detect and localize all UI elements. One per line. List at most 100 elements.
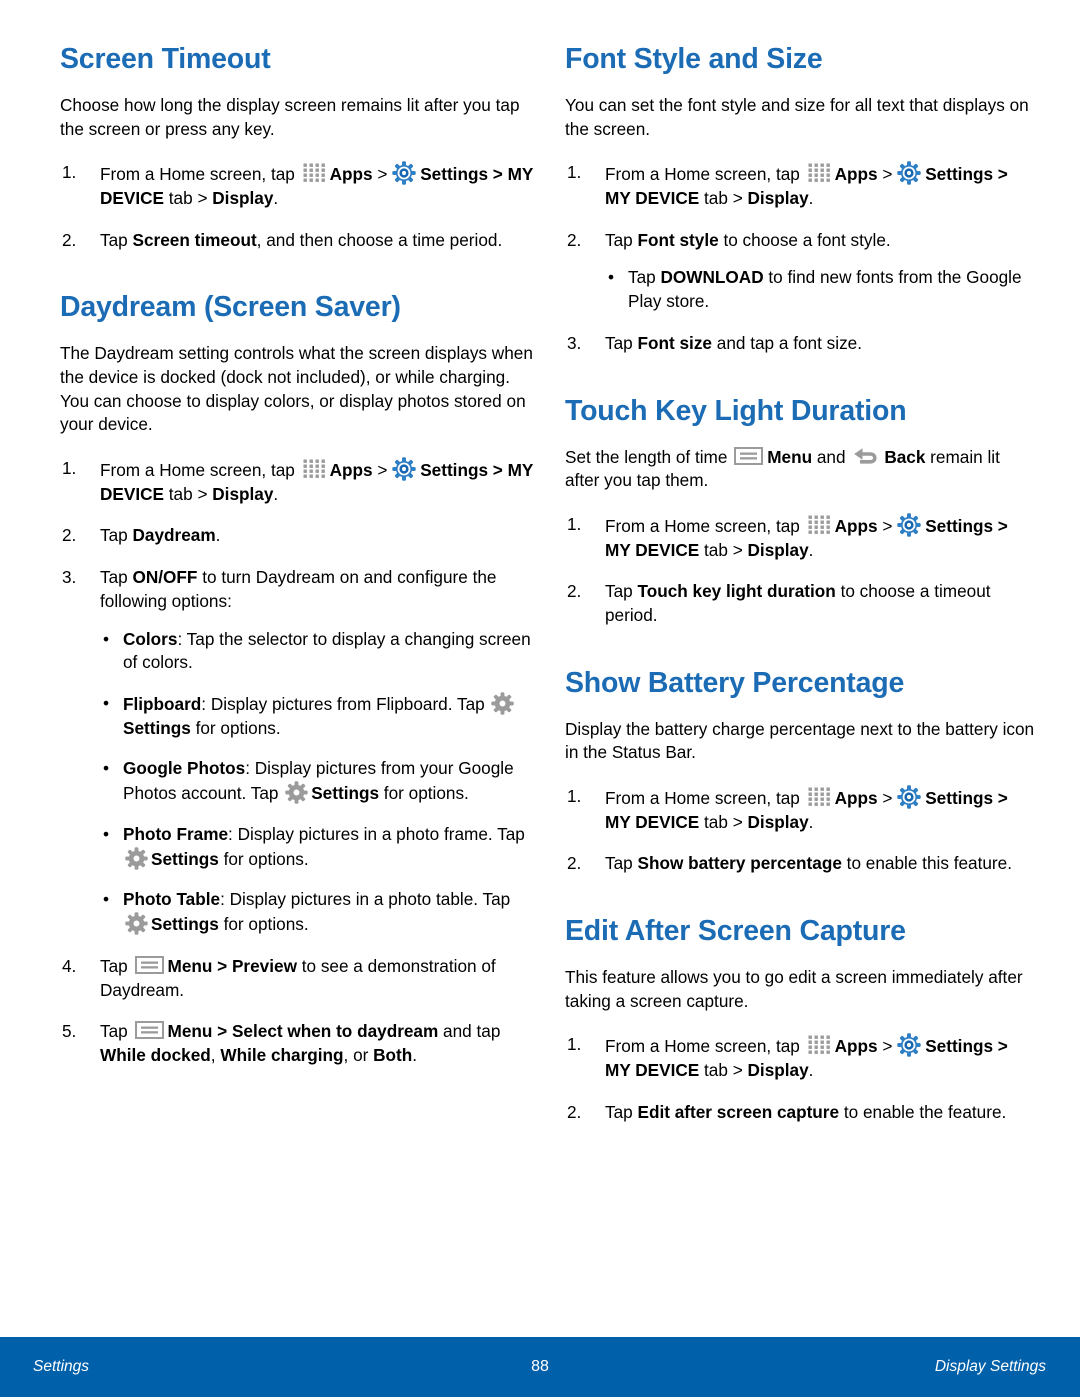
section-intro-text: This feature allows you to go edit a scr… bbox=[565, 967, 1023, 1011]
two-column-body: Screen Timeout Choose how long the displa… bbox=[0, 0, 1080, 1337]
emphasis-text: Display bbox=[747, 811, 809, 832]
emphasis-text: Flipboard bbox=[123, 694, 202, 714]
section-heading: Daydream (Screen Saver) bbox=[60, 291, 401, 324]
step-list: 1. From a Home screen, tap Apps > Setting… bbox=[565, 785, 1035, 876]
settings-gear-gray-icon bbox=[125, 912, 148, 935]
emphasis-text: Show battery percentage bbox=[637, 853, 842, 874]
step-list: 1. From a Home screen, tap Apps > Setting… bbox=[565, 513, 1035, 628]
step-item: 5. Tap Menu > Select when to daydream and… bbox=[60, 1020, 535, 1067]
step-text: Tap Menu > Preview to see a demonstratio… bbox=[100, 955, 496, 1000]
section-intro-text: Choose how long the display screen remai… bbox=[60, 94, 520, 139]
manual-section: Screen Timeout Choose how long the displa… bbox=[60, 43, 535, 252]
section-heading: Touch Key Light Duration bbox=[565, 394, 907, 427]
step-number: 3. bbox=[62, 567, 77, 588]
manual-section: Edit After Screen Capture This feature al… bbox=[565, 915, 1035, 1124]
step-item: 2. Tap Touch key light duration to choose… bbox=[565, 580, 1035, 627]
emphasis-text: Touch key light duration bbox=[637, 581, 836, 602]
menu-icon bbox=[134, 955, 164, 975]
step-text: Tap ON/OFF to turn Daydream on and confi… bbox=[100, 567, 497, 611]
emphasis-text: Display bbox=[212, 483, 274, 504]
emphasis-text: Apps bbox=[329, 459, 373, 480]
step-text: From a Home screen, tap Apps > Settings … bbox=[100, 161, 533, 208]
step-number: 2. bbox=[567, 1101, 582, 1122]
step-text: Tap Touch key light duration to choose a… bbox=[605, 581, 991, 625]
step-text: Tap Daydream. bbox=[100, 525, 221, 546]
emphasis-text: Apps bbox=[834, 1036, 878, 1057]
settings-gear-blue-icon bbox=[897, 513, 921, 537]
step-number: 1. bbox=[567, 1034, 582, 1055]
manual-section: Touch Key Light Duration Set the length o… bbox=[565, 394, 1035, 628]
page-footer: Settings 88 Display Settings bbox=[0, 1337, 1080, 1397]
settings-gear-gray-icon bbox=[491, 692, 515, 715]
section-heading: Screen Timeout bbox=[60, 43, 271, 75]
bullet-dot-icon: • bbox=[103, 889, 110, 910]
step-number: 3. bbox=[567, 332, 582, 353]
emphasis-text: Colors bbox=[123, 628, 178, 649]
emphasis-text: Display bbox=[747, 1060, 809, 1081]
bullet-item: • Colors: Tap the selector to display a c… bbox=[100, 628, 535, 675]
step-number: 1. bbox=[567, 785, 582, 806]
step-number: 1. bbox=[567, 162, 582, 183]
manual-section: Show Battery Percentage Display the batte… bbox=[565, 666, 1035, 876]
step-number: 1. bbox=[62, 162, 77, 183]
bullet-dot-icon: • bbox=[103, 823, 110, 844]
apps-grid-icon bbox=[807, 1034, 832, 1055]
step-text: Tap Font size and tap a font size. bbox=[605, 332, 862, 353]
step-item: 2. Tap Show battery percentage to enable … bbox=[565, 852, 1035, 876]
manual-page: Screen Timeout Choose how long the displa… bbox=[0, 0, 1080, 1397]
emphasis-text: Display bbox=[747, 187, 809, 208]
bullet-list: • Colors: Tap the selector to display a c… bbox=[100, 628, 535, 937]
emphasis-text: Both bbox=[373, 1045, 413, 1066]
emphasis-text: Font size bbox=[637, 332, 712, 353]
settings-gear-blue-icon bbox=[392, 161, 416, 185]
menu-icon bbox=[734, 446, 764, 466]
emphasis-text: Apps bbox=[329, 164, 373, 185]
emphasis-text: Menu > Preview bbox=[167, 955, 297, 976]
step-text: From a Home screen, tap Apps > Settings … bbox=[100, 457, 533, 504]
bullet-text: Tap DOWNLOAD to find new fonts from the … bbox=[628, 267, 1022, 312]
step-text: From a Home screen, tap Apps > Settings … bbox=[605, 161, 1008, 208]
settings-gear-blue-icon bbox=[392, 457, 416, 481]
step-number: 1. bbox=[62, 457, 77, 478]
step-text: From a Home screen, tap Apps > Settings … bbox=[605, 1033, 1008, 1081]
emphasis-text: Settings bbox=[311, 783, 380, 804]
step-number: 5. bbox=[62, 1021, 77, 1042]
back-arrow-icon bbox=[852, 446, 880, 467]
apps-grid-icon bbox=[807, 786, 832, 807]
emphasis-text: Menu bbox=[767, 446, 813, 467]
step-list: 1. From a Home screen, tap Apps > Setting… bbox=[60, 161, 535, 252]
bullet-dot-icon: • bbox=[103, 628, 110, 649]
emphasis-text: While docked bbox=[100, 1045, 211, 1066]
step-number: 2. bbox=[62, 525, 77, 546]
bullet-item: • Photo Frame: Display pictures in a phot… bbox=[100, 823, 535, 871]
manual-section: Daydream (Screen Saver) The Daydream sett… bbox=[60, 291, 535, 1068]
step-text: From a Home screen, tap Apps > Settings … bbox=[605, 785, 1008, 832]
emphasis-text: Settings bbox=[151, 848, 219, 869]
step-item: 1. From a Home screen, tap Apps > Setting… bbox=[565, 785, 1035, 834]
emphasis-text: Google Photos bbox=[123, 758, 246, 779]
right-column: Font Style and Size You can set the font … bbox=[565, 43, 1035, 1337]
step-number: 4. bbox=[62, 955, 77, 976]
emphasis-text: Photo Table bbox=[123, 889, 221, 910]
section-intro-text: Display the battery charge percentage ne… bbox=[565, 718, 1035, 763]
emphasis-text: Apps bbox=[834, 515, 878, 536]
step-list: 1. From a Home screen, tap Apps > Setting… bbox=[60, 457, 535, 1068]
emphasis-text: Apps bbox=[834, 164, 878, 185]
bullet-dot-icon: • bbox=[103, 693, 110, 713]
apps-grid-icon bbox=[302, 162, 327, 183]
step-item: 3. Tap Font size and tap a font size. bbox=[565, 332, 1035, 356]
emphasis-text: Screen timeout bbox=[132, 229, 257, 250]
step-number: 2. bbox=[62, 229, 77, 250]
bullet-dot-icon: • bbox=[103, 758, 110, 779]
bullet-item: • Tap DOWNLOAD to find new fonts from the… bbox=[605, 266, 1035, 313]
step-text: Tap Edit after screen capture to enable … bbox=[605, 1101, 1007, 1122]
emphasis-text: Daydream bbox=[132, 525, 216, 546]
manual-section: Font Style and Size You can set the font … bbox=[565, 43, 1035, 356]
step-number: 1. bbox=[567, 513, 582, 534]
section-heading: Edit After Screen Capture bbox=[565, 915, 906, 948]
section-intro-text: Set the length of time Menu and Back rem… bbox=[565, 446, 1000, 491]
apps-grid-icon bbox=[807, 162, 832, 183]
menu-icon bbox=[134, 1020, 164, 1040]
bullet-text: Google Photos: Display pictures from you… bbox=[123, 758, 514, 804]
section-heading: Show Battery Percentage bbox=[565, 666, 905, 699]
